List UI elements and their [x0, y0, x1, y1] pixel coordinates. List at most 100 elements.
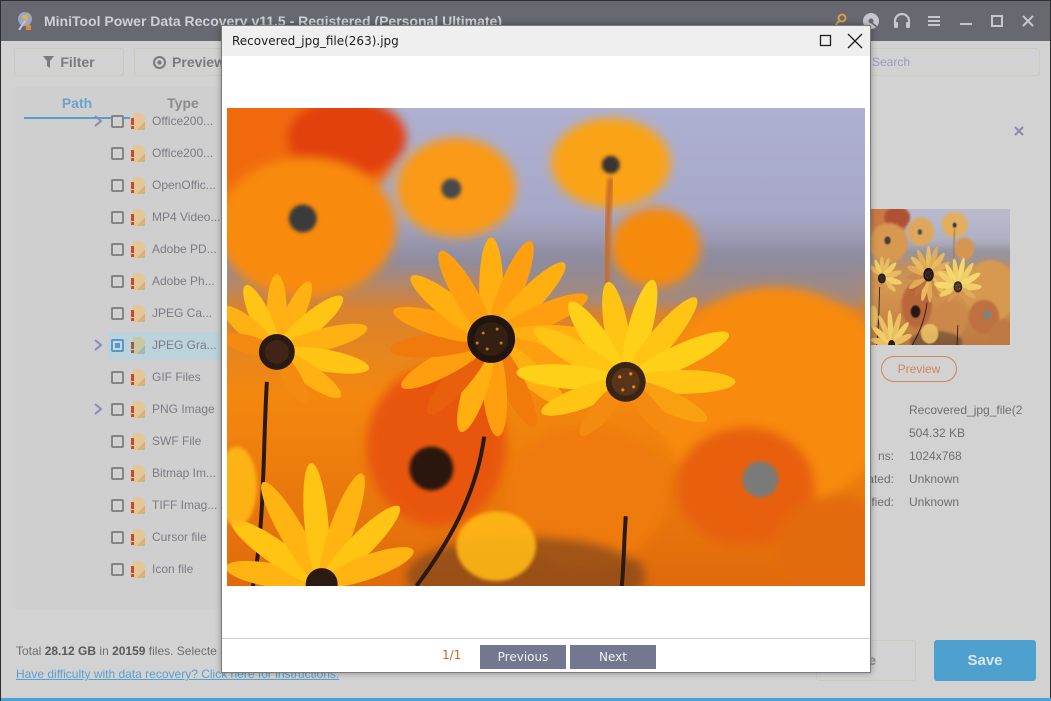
preview-maximize-icon[interactable]: [818, 33, 834, 49]
tree-item[interactable]: JPEG Gra...: [14, 331, 229, 360]
total-mid: in: [96, 644, 113, 658]
tree-item-checkbox[interactable]: [111, 179, 124, 192]
tree-item-label: TIFF Imag...: [152, 498, 218, 512]
tree-item[interactable]: Adobe PD...: [14, 235, 229, 263]
file-warning-icon: [131, 401, 145, 418]
tree-item[interactable]: JPEG Ca...: [14, 299, 229, 327]
search-input[interactable]: Search: [861, 48, 1040, 76]
preview-titlebar: Recovered_jpg_file(263).jpg: [222, 26, 870, 56]
chevron-right-icon[interactable]: [93, 114, 103, 128]
tree-item-label: JPEG Gra...: [152, 338, 217, 352]
filter-button[interactable]: Filter: [14, 48, 124, 76]
tree-item-checkbox[interactable]: [111, 531, 124, 544]
file-warning-icon: [131, 337, 145, 354]
tree-item-label: Cursor file: [152, 530, 207, 544]
filter-label: Filter: [60, 54, 95, 70]
menu-icon[interactable]: [924, 11, 944, 31]
thumbnail-image: [871, 209, 1010, 345]
total-files: 20159: [112, 644, 146, 658]
tree-item-checkbox[interactable]: [111, 211, 124, 224]
tree-item[interactable]: TIFF Imag...: [14, 491, 229, 519]
tree-item[interactable]: Office200...: [14, 107, 229, 135]
info-value-name: Recovered_jpg_file(2: [909, 403, 1023, 417]
tree-item[interactable]: Adobe Ph...: [14, 267, 229, 295]
tree-item-label: SWF File: [152, 434, 202, 448]
headphones-icon[interactable]: [892, 11, 912, 31]
tree-item-checkbox[interactable]: [111, 371, 124, 384]
tree-item-checkbox[interactable]: [111, 499, 124, 512]
info-label-dimensions: ns:: [877, 449, 894, 463]
total-summary: Total 28.12 GB in 20159 files. Selecte: [16, 644, 217, 658]
chevron-right-icon[interactable]: [93, 402, 103, 416]
close-icon[interactable]: [1018, 11, 1038, 31]
file-warning-icon: [131, 145, 145, 162]
total-size: 28.12 GB: [44, 644, 97, 658]
details-preview-button[interactable]: Preview: [881, 356, 957, 382]
chevron-right-icon[interactable]: [93, 338, 103, 352]
tree-item-checkbox[interactable]: [111, 435, 124, 448]
save-button[interactable]: Save: [934, 640, 1036, 681]
file-warning-icon: [131, 465, 145, 482]
tree-item-label: Icon file: [152, 562, 194, 576]
eye-icon: [153, 55, 167, 69]
tree-item[interactable]: Cursor file: [14, 523, 229, 551]
tree-item-label: Office200...: [152, 114, 214, 128]
file-warning-icon: [131, 497, 145, 514]
tree-item[interactable]: Office200...: [14, 139, 229, 167]
tree-item[interactable]: Bitmap Im...: [14, 459, 229, 487]
tree-item-label: Office200...: [152, 146, 214, 160]
tree-item-label: PNG Image: [152, 402, 215, 416]
file-warning-icon: [131, 241, 145, 258]
file-warning-icon: [131, 209, 145, 226]
tree-item-checkbox[interactable]: [111, 147, 124, 160]
tree-item-checkbox[interactable]: [111, 115, 124, 128]
tree-item-checkbox[interactable]: [111, 243, 124, 256]
tree-item-checkbox[interactable]: [111, 275, 124, 288]
tree-item-checkbox[interactable]: [111, 467, 124, 480]
tree-item-label: Adobe PD...: [152, 242, 217, 256]
close-details-icon[interactable]: [1014, 126, 1024, 136]
tree-item[interactable]: OpenOffic...: [14, 171, 229, 199]
previous-button[interactable]: Previous: [480, 645, 566, 669]
info-label-modified: fied:: [871, 495, 894, 509]
app-logo-icon: [18, 12, 32, 31]
tree-item-checkbox[interactable]: [111, 403, 124, 416]
tree-item[interactable]: MP4 Video...: [14, 203, 229, 231]
preview-toolbar-label: Preview: [172, 54, 225, 70]
info-value-created: Unknown: [909, 472, 960, 486]
left-panel: Path Type Office200... Office200... OpenOf…: [14, 87, 229, 609]
total-prefix: Total: [16, 644, 45, 658]
tree-item[interactable]: SWF File: [14, 427, 229, 455]
preview-close-icon[interactable]: [846, 32, 864, 50]
info-value-modified: Unknown: [909, 495, 960, 509]
tree-item-checkbox[interactable]: [111, 563, 124, 576]
file-warning-icon: [131, 369, 145, 386]
info-label-created: ated:: [867, 472, 894, 486]
tree-item-label: Bitmap Im...: [152, 466, 217, 480]
right-panel: [843, 87, 1039, 609]
info-value-size: 504.32 KB: [909, 426, 966, 440]
file-warning-icon: [131, 113, 145, 130]
preview-window: Recovered_jpg_file(263).jpg 1/1 Previous…: [221, 25, 871, 673]
tree-item-label: GIF Files: [152, 370, 201, 384]
file-warning-icon: [131, 529, 145, 546]
preview-footer: 1/1 Previous Next: [222, 638, 870, 672]
file-warning-icon: [131, 273, 145, 290]
file-warning-icon: [131, 305, 145, 322]
file-warning-icon: [131, 177, 145, 194]
minimize-icon[interactable]: [956, 11, 976, 31]
tree-item[interactable]: Icon file: [14, 555, 229, 583]
file-warning-icon: [131, 561, 145, 578]
total-suffix: files. Selecte: [145, 644, 217, 658]
tree-item[interactable]: PNG Image: [14, 395, 229, 423]
tree-item-label: Adobe Ph...: [152, 274, 215, 288]
file-warning-icon: [131, 433, 145, 450]
maximize-icon[interactable]: [987, 11, 1007, 31]
tree-item[interactable]: GIF Files: [14, 363, 229, 391]
tree-item-label: JPEG Ca...: [152, 306, 213, 320]
tree-item-checkbox[interactable]: [111, 339, 124, 352]
preview-image: [227, 108, 865, 586]
page-indicator: 1/1: [442, 648, 462, 662]
tree-item-checkbox[interactable]: [111, 307, 124, 320]
next-button[interactable]: Next: [570, 645, 656, 669]
